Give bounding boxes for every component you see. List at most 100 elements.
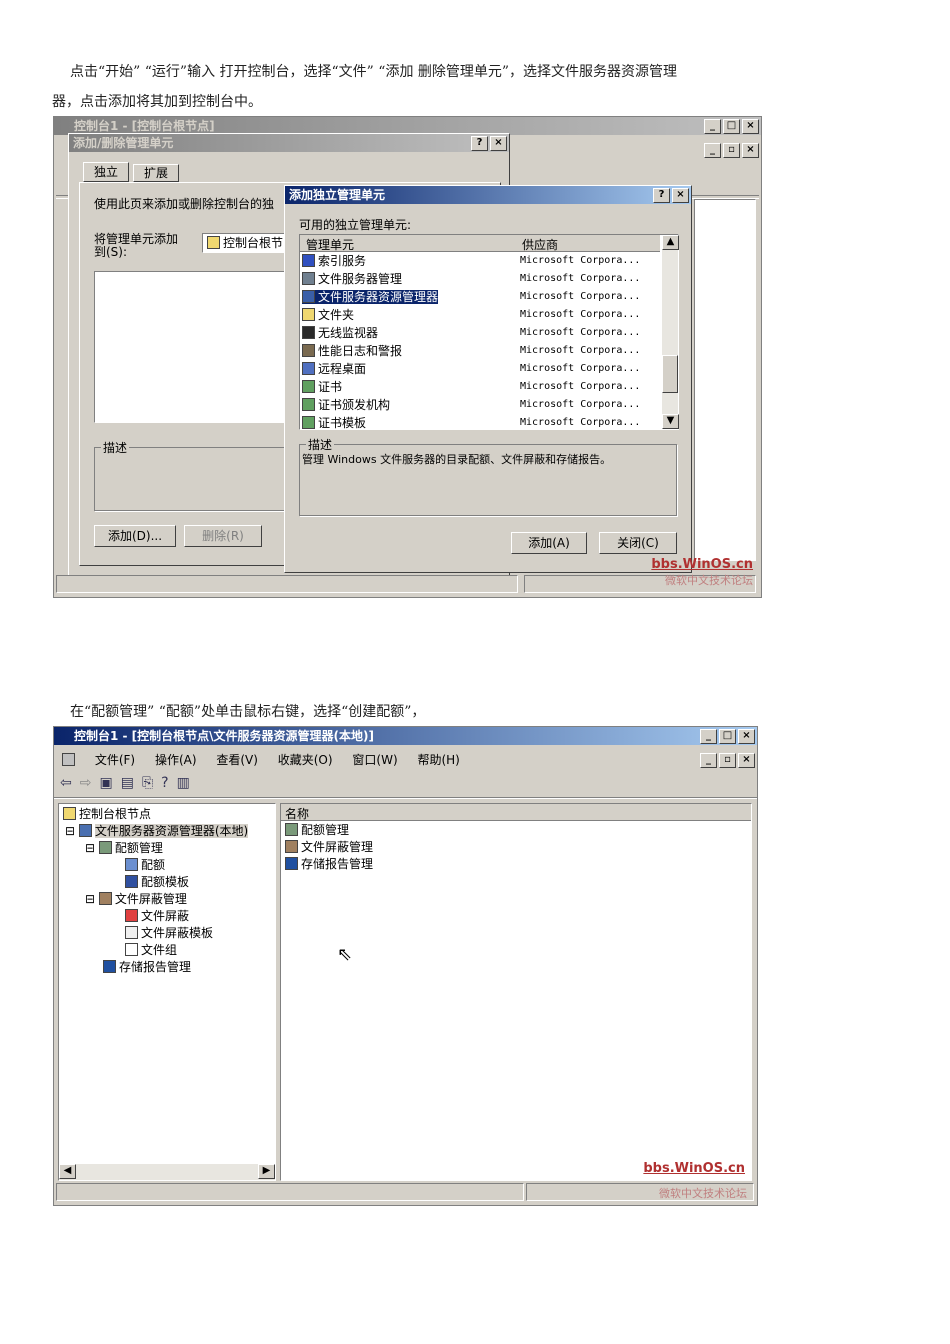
tab-extension[interactable]: 扩展 (133, 164, 179, 182)
minimize-button[interactable]: _ (704, 119, 721, 134)
tree-screen-template[interactable]: 文件屏蔽模板 (125, 925, 213, 941)
list-scrollbar[interactable]: ▲ ▼ (662, 235, 679, 429)
folder-icon (207, 236, 220, 249)
fsrm-child-close[interactable]: × (738, 753, 755, 768)
screen-template-icon (125, 926, 138, 939)
child-restore-button[interactable]: ▫ (723, 143, 740, 158)
watermark-2: bbs.WinOS.cn (643, 1161, 745, 1176)
snapin-vendor: Microsoft Corpora... (520, 381, 641, 392)
snapin-vendor: Microsoft Corpora... (520, 255, 641, 266)
tree-screen[interactable]: 文件屏蔽 (125, 908, 189, 924)
fsrm-child-restore[interactable]: ▫ (719, 753, 736, 768)
column-snapin[interactable]: 管理单元 (306, 236, 354, 253)
standalone-description-group: 描述 管理 Windows 文件服务器的目录配额、文件屏蔽和存储报告。 (299, 436, 677, 516)
snapin-vendor: Microsoft Corpora... (520, 417, 641, 428)
screen-mgmt-icon (285, 840, 298, 853)
menu-favorites[interactable]: 收藏夹(O) (278, 753, 333, 767)
list-item-storage-report[interactable]: 存储报告管理 (285, 856, 373, 872)
snapin-name: 文件夹 (318, 308, 355, 322)
fsrm-child-minimize[interactable]: _ (700, 753, 717, 768)
console-right-pane (694, 199, 756, 561)
fsrm-icon (302, 290, 315, 303)
column-vendor[interactable]: 供应商 (522, 236, 558, 253)
standalone-close-button[interactable]: 关闭(C) (599, 532, 677, 554)
tree-quota[interactable]: 配额 (125, 857, 165, 873)
list-item-quota-mgmt[interactable]: 配额管理 (285, 822, 349, 838)
tree-pane[interactable]: 控制台根节点 ⊟ 文件服务器资源管理器(本地) ⊟ 配额管理 配额 配额模板 ⊟… (58, 803, 276, 1181)
standalone-close-x[interactable]: × (672, 188, 689, 203)
tree-quota-template[interactable]: 配额模板 (125, 874, 189, 890)
add-button[interactable]: 添加(D)... (94, 525, 176, 547)
close-button[interactable]: × (742, 119, 759, 134)
fsrm-close-button[interactable]: × (738, 729, 755, 744)
scroll-thumb[interactable] (662, 355, 678, 393)
tree-quota-mgmt[interactable]: ⊟ 配额管理 (85, 840, 163, 856)
fsrm-status-bar-right: 微软中文技术论坛 (526, 1183, 754, 1201)
snapin-row[interactable]: 远程桌面 Microsoft Corpora... (302, 360, 642, 378)
available-label: 可用的独立管理单元: (299, 218, 412, 232)
menu-window[interactable]: 窗口(W) (352, 753, 397, 767)
menu-help[interactable]: 帮助(H) (417, 753, 459, 767)
snapin-vendor: Microsoft Corpora... (520, 327, 641, 338)
scroll-right-icon[interactable]: ▶ (258, 1164, 275, 1179)
snapin-row[interactable]: 证书颁发机构 Microsoft Corpora... (302, 396, 642, 414)
back-icon[interactable]: ⇦ (60, 775, 72, 791)
menu-view[interactable]: 查看(V) (216, 753, 258, 767)
scroll-left-icon[interactable]: ◀ (59, 1164, 76, 1179)
console-icon (62, 753, 75, 766)
snapin-row[interactable]: 索引服务 Microsoft Corpora... (302, 252, 642, 270)
help-button[interactable]: ? (471, 136, 488, 151)
child-minimize-button[interactable]: _ (704, 143, 721, 158)
index-icon (302, 254, 315, 267)
properties-icon[interactable]: ▥ (177, 775, 190, 791)
snapin-row[interactable]: 无线监视器 Microsoft Corpora... (302, 324, 642, 342)
tree-file-group[interactable]: 文件组 (125, 942, 177, 958)
scroll-up-icon[interactable]: ▲ (662, 235, 679, 250)
watermark-url: bbs.WinOS.cn (651, 557, 753, 572)
available-list[interactable]: 管理单元 供应商 索引服务 Microsoft Corpora... 文件服务器管理… (299, 234, 679, 430)
scroll-down-icon[interactable]: ▼ (662, 414, 679, 429)
tree-screen-mgmt[interactable]: ⊟ 文件屏蔽管理 (85, 891, 187, 907)
fsrm-minimize-button[interactable]: _ (700, 729, 717, 744)
column-name[interactable]: 名称 (285, 805, 309, 822)
export-icon[interactable]: ⎘ (142, 775, 153, 791)
up-folder-icon[interactable]: ▣ (99, 775, 112, 791)
snapin-name: 文件服务器管理 (318, 272, 403, 286)
standalone-add-button[interactable]: 添加(A) (511, 532, 587, 554)
snapin-name: 证书模板 (318, 416, 367, 429)
watermark-name: 微软中文技术论坛 (665, 574, 753, 587)
snapin-name: 无线监视器 (318, 326, 379, 340)
snapin-row[interactable]: 文件服务器管理 Microsoft Corpora... (302, 270, 642, 288)
child-close-button[interactable]: × (742, 143, 759, 158)
screenshot-fsrm-console: 控制台1 - [控制台根节点\文件服务器资源管理器(本地)] _ □ × 文件(… (53, 726, 758, 1206)
snapin-row[interactable]: 证书 Microsoft Corpora... (302, 378, 642, 396)
remove-button[interactable]: 删除(R) (184, 525, 262, 547)
show-tree-icon[interactable]: ▤ (121, 775, 134, 791)
fsrm-maximize-button[interactable]: □ (719, 729, 736, 744)
standalone-help-button[interactable]: ? (653, 188, 670, 203)
screenshot-add-snapin: 控制台1 - [控制台根节点] _ □ × _ ▫ × 添加/删除管理单元 ? … (53, 116, 762, 598)
snapin-name: 证书颁发机构 (318, 398, 391, 412)
list-item-screen-mgmt[interactable]: 文件屏蔽管理 (285, 839, 373, 855)
menu-file[interactable]: 文件(F) (95, 753, 135, 767)
snapin-row[interactable]: 文件夹 Microsoft Corpora... (302, 306, 642, 324)
snapin-vendor: Microsoft Corpora... (520, 399, 641, 410)
forward-icon[interactable]: ⇨ (80, 775, 92, 791)
storage-report-icon (103, 960, 116, 973)
ca-icon (302, 398, 315, 411)
snapin-name: 远程桌面 (318, 362, 367, 376)
tree-fsrm[interactable]: ⊟ 文件服务器资源管理器(本地) (65, 823, 249, 839)
tab-standalone[interactable]: 独立 (83, 162, 129, 182)
snapin-row[interactable]: 文件服务器资源管理器 Microsoft Corpora... (302, 288, 642, 306)
tree-hscrollbar[interactable]: ◀ ▶ (59, 1164, 275, 1180)
tree-storage-report[interactable]: 存储报告管理 (103, 959, 191, 975)
snapin-row[interactable]: 证书模板 Microsoft Corpora... (302, 414, 642, 429)
result-pane[interactable]: 名称 配额管理 文件屏蔽管理 存储报告管理 ⇖ bbs.WinOS.cn (280, 803, 752, 1181)
snapin-row[interactable]: 性能日志和警报 Microsoft Corpora... (302, 342, 642, 360)
maximize-button[interactable]: □ (723, 119, 740, 134)
tree-root[interactable]: 控制台根节点 (63, 806, 151, 822)
paragraph-1-line-1: 点击“开始” “运行”输入 打开控制台，选择“文件” “添加 删除管理单元”，选… (70, 64, 678, 80)
menu-action[interactable]: 操作(A) (155, 753, 197, 767)
help-icon[interactable]: ? (161, 775, 168, 791)
dialog-close-button[interactable]: × (490, 136, 507, 151)
